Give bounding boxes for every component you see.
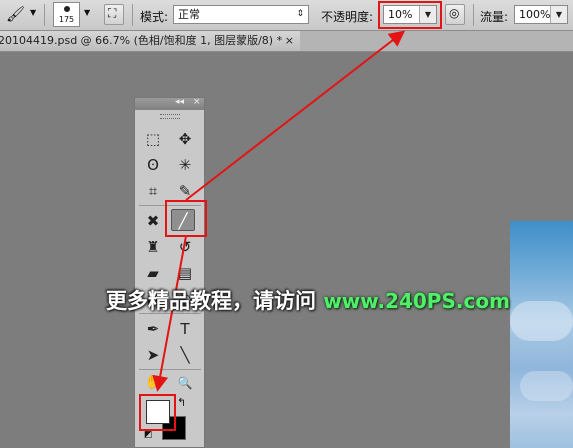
brush-tool-icon[interactable]: 🖌 xyxy=(6,5,25,23)
brush-panel-toggle-button[interactable]: ⛶ xyxy=(104,4,124,25)
brush-panel-icon: ⛶ xyxy=(108,6,117,20)
gradient-tool-icon[interactable]: ▤ xyxy=(173,262,197,284)
panel-grip[interactable] xyxy=(160,114,180,119)
watermark: 更多精品教程，请访问 www.240PS.com xyxy=(106,285,510,315)
pressure-opacity-button[interactable]: ◎ xyxy=(445,4,465,25)
divider xyxy=(473,4,474,26)
marquee-tool-icon[interactable]: ⬚ xyxy=(141,128,165,150)
arrow-to-opacity xyxy=(185,30,406,201)
watermark-url: www.240PS.com xyxy=(323,289,510,313)
options-bar: 🖌 ▼ 175 ▼ ⛶ 模式: 正常 ⇕ 不透明度: 10% ▼ ◎ 流量: 1… xyxy=(0,0,573,31)
pressure-icon: ◎ xyxy=(449,6,460,20)
brush-tip-icon xyxy=(64,6,70,12)
flow-input[interactable]: 100% ▼ xyxy=(514,5,568,24)
swap-colors-icon[interactable]: ↰ xyxy=(177,396,186,409)
flow-label: 流量: xyxy=(480,10,509,24)
document-title: 20104419.psd @ 66.7% (色相/饱和度 1, 图层蒙版/8) … xyxy=(0,34,283,47)
brush-size-picker[interactable]: 175 xyxy=(53,2,80,27)
brush-tool-highlight-box xyxy=(165,200,207,237)
foreground-color-highlight-box xyxy=(139,394,176,431)
brush-size-value: 175 xyxy=(58,15,75,24)
canvas-image[interactable] xyxy=(510,221,573,448)
watermark-text: 更多精品教程，请访问 xyxy=(106,289,324,313)
tool-preset-dropdown-icon[interactable]: ▼ xyxy=(30,8,36,17)
magic-wand-tool-icon[interactable]: ✳ xyxy=(173,154,197,176)
mode-label: 模式: xyxy=(140,10,169,24)
cloud xyxy=(510,301,573,341)
divider xyxy=(139,369,201,370)
crop-tool-icon[interactable]: ⌗ xyxy=(141,180,165,202)
flow-dropdown-icon[interactable]: ▼ xyxy=(550,6,567,23)
line-tool-icon[interactable]: ╲ xyxy=(173,344,197,366)
divider xyxy=(44,4,45,26)
opacity-label: 不透明度: xyxy=(321,10,374,24)
blend-mode-value: 正常 xyxy=(178,8,200,21)
eyedropper-tool-icon[interactable]: ✎ xyxy=(173,180,197,202)
document-tab[interactable]: 20104419.psd @ 66.7% (色相/饱和度 1, 图层蒙版/8) … xyxy=(0,31,301,52)
opacity-highlight-box xyxy=(378,1,442,29)
flow-value: 100% xyxy=(519,8,551,21)
clone-stamp-tool-icon[interactable]: ♜ xyxy=(141,236,165,258)
blend-mode-select[interactable]: 正常 ⇕ xyxy=(173,5,309,24)
tab-strip xyxy=(300,31,573,52)
brush-picker-arrow-icon[interactable]: ▼ xyxy=(84,8,90,17)
annotation-arrows xyxy=(152,30,406,392)
healing-brush-tool-icon[interactable]: ✖ xyxy=(141,210,165,232)
zoom-tool-icon[interactable]: 🔍 xyxy=(173,372,197,394)
type-tool-icon[interactable]: T xyxy=(173,318,197,340)
default-colors-icon[interactable]: ◩ xyxy=(144,430,153,440)
lasso-tool-icon[interactable]: ʘ xyxy=(141,154,165,176)
divider xyxy=(132,4,133,26)
pen-tool-icon[interactable]: ✒ xyxy=(141,318,165,340)
move-tool-icon[interactable]: ✥ xyxy=(173,128,197,150)
close-document-icon[interactable]: × xyxy=(285,31,294,51)
history-brush-tool-icon[interactable]: ↺ xyxy=(173,236,197,258)
eraser-tool-icon[interactable]: ▰ xyxy=(141,262,165,284)
select-arrows-icon: ⇕ xyxy=(296,9,304,19)
hand-tool-icon[interactable]: ✋ xyxy=(141,372,165,394)
cloud xyxy=(520,371,573,401)
tools-panel-header[interactable]: ◂◂ × xyxy=(135,97,204,110)
close-panel-icon[interactable]: × xyxy=(193,97,201,107)
path-selection-tool-icon[interactable]: ➤ xyxy=(141,344,165,366)
collapse-panel-icon[interactable]: ◂◂ xyxy=(175,97,184,107)
